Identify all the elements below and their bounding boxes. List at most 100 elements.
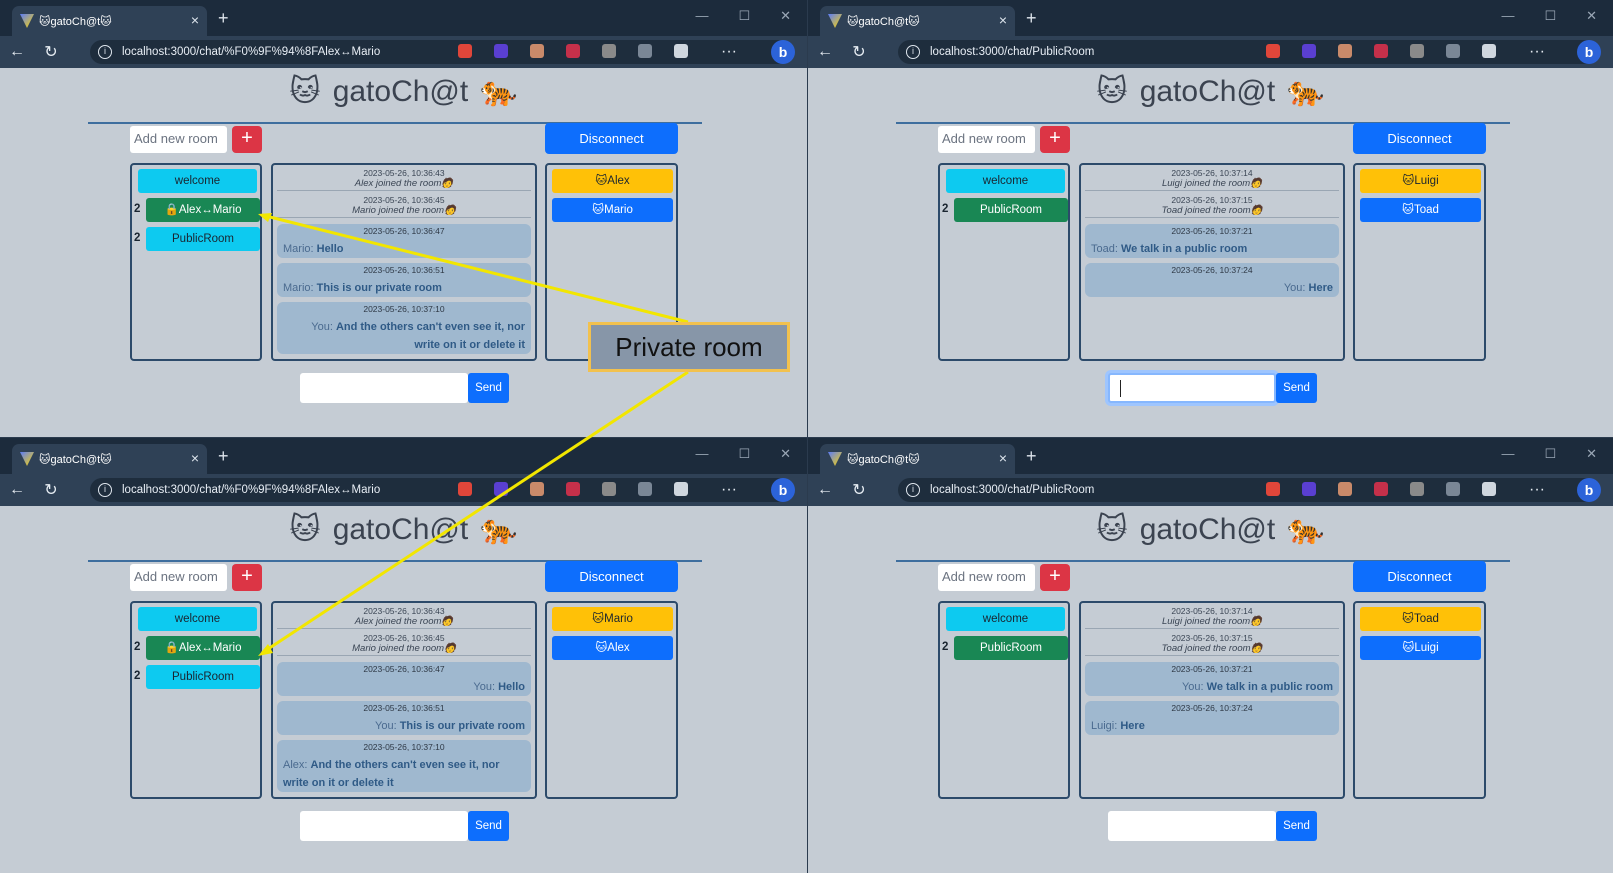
bing-copilot-icon[interactable]: b <box>771 478 795 502</box>
disconnect-button[interactable]: Disconnect <box>1353 123 1486 154</box>
window-close-icon[interactable]: ✕ <box>780 8 791 24</box>
bing-copilot-icon[interactable]: b <box>771 40 795 64</box>
add-room-button[interactable]: + <box>232 564 262 591</box>
back-arrow-icon[interactable]: ← <box>808 43 842 61</box>
window-close-icon[interactable]: ✕ <box>1586 8 1597 24</box>
profile-icon[interactable] <box>1482 44 1496 58</box>
extension-face-icon[interactable] <box>530 482 544 496</box>
extension-face-icon[interactable] <box>1338 44 1352 58</box>
more-menu-icon[interactable]: ··· <box>712 481 746 499</box>
send-button[interactable]: Send <box>1276 811 1317 841</box>
minimize-icon[interactable]: — <box>1501 8 1514 24</box>
room-item[interactable]: welcome <box>138 607 257 631</box>
more-menu-icon[interactable]: ··· <box>1520 481 1554 499</box>
send-button[interactable]: Send <box>468 373 509 403</box>
maximize-icon[interactable]: ☐ <box>1544 8 1556 24</box>
minimize-icon[interactable]: — <box>695 8 708 24</box>
room-item[interactable]: PublicRoom <box>954 198 1068 222</box>
extension-refresh-icon[interactable] <box>1446 44 1460 58</box>
room-item[interactable]: welcome <box>138 169 257 193</box>
browser-tab[interactable]: 🐱gatoCh@t🐱 × <box>12 444 207 474</box>
message-input[interactable] <box>1108 373 1276 403</box>
extension-badge-icon[interactable] <box>1374 482 1388 496</box>
minimize-icon[interactable]: — <box>1501 446 1514 462</box>
room-item[interactable]: PublicRoom <box>954 636 1068 660</box>
close-tab-icon[interactable]: × <box>999 12 1007 28</box>
extension-figure-icon[interactable] <box>602 482 616 496</box>
extension-purple-icon[interactable] <box>494 44 508 58</box>
close-tab-icon[interactable]: × <box>191 450 199 466</box>
extension-badge-icon[interactable] <box>566 482 580 496</box>
profile-icon[interactable] <box>674 44 688 58</box>
bing-copilot-icon[interactable]: b <box>1577 478 1601 502</box>
extension-figure-icon[interactable] <box>1410 482 1424 496</box>
add-room-input[interactable]: Add new room <box>938 126 1035 153</box>
new-tab-icon[interactable]: + <box>1026 8 1037 29</box>
add-room-button[interactable]: + <box>232 126 262 153</box>
add-room-button[interactable]: + <box>1040 126 1070 153</box>
extension-red-icon[interactable] <box>1266 482 1280 496</box>
browser-tab[interactable]: 🐱gatoCh@t🐱 × <box>12 6 207 36</box>
more-menu-icon[interactable]: ··· <box>712 43 746 61</box>
maximize-icon[interactable]: ☐ <box>738 446 750 462</box>
extension-red-icon[interactable] <box>458 44 472 58</box>
room-item[interactable]: PublicRoom <box>146 665 260 689</box>
info-icon[interactable]: i <box>98 483 112 497</box>
maximize-icon[interactable]: ☐ <box>738 8 750 24</box>
close-tab-icon[interactable]: × <box>999 450 1007 466</box>
profile-icon[interactable] <box>1482 482 1496 496</box>
refresh-icon[interactable]: ↻ <box>34 480 68 500</box>
extension-figure-icon[interactable] <box>602 44 616 58</box>
extension-badge-icon[interactable] <box>1374 44 1388 58</box>
extension-face-icon[interactable] <box>1338 482 1352 496</box>
disconnect-button[interactable]: Disconnect <box>545 123 678 154</box>
maximize-icon[interactable]: ☐ <box>1544 446 1556 462</box>
disconnect-button[interactable]: Disconnect <box>1353 561 1486 592</box>
room-item[interactable]: 🔒Alex↔Mario <box>146 198 260 222</box>
close-tab-icon[interactable]: × <box>191 12 199 28</box>
extension-red-icon[interactable] <box>1266 44 1280 58</box>
browser-tab[interactable]: 🐱gatoCh@t🐱 × <box>820 6 1015 36</box>
bing-copilot-icon[interactable]: b <box>1577 40 1601 64</box>
extension-badge-icon[interactable] <box>566 44 580 58</box>
send-button[interactable]: Send <box>1276 373 1317 403</box>
room-item[interactable]: PublicRoom <box>146 227 260 251</box>
message-input[interactable] <box>1108 811 1276 841</box>
extension-red-icon[interactable] <box>458 482 472 496</box>
extension-refresh-icon[interactable] <box>638 44 652 58</box>
info-icon[interactable]: i <box>906 45 920 59</box>
back-arrow-icon[interactable]: ← <box>808 481 842 499</box>
message-input[interactable] <box>300 811 468 841</box>
minimize-icon[interactable]: — <box>695 446 708 462</box>
new-tab-icon[interactable]: + <box>218 8 229 29</box>
extension-refresh-icon[interactable] <box>1446 482 1460 496</box>
room-item[interactable]: welcome <box>946 169 1065 193</box>
extension-purple-icon[interactable] <box>494 482 508 496</box>
refresh-icon[interactable]: ↻ <box>842 42 876 62</box>
back-arrow-icon[interactable]: ← <box>0 43 34 61</box>
disconnect-button[interactable]: Disconnect <box>545 561 678 592</box>
extension-figure-icon[interactable] <box>1410 44 1424 58</box>
extension-refresh-icon[interactable] <box>638 482 652 496</box>
add-room-input[interactable]: Add new room <box>938 564 1035 591</box>
extension-face-icon[interactable] <box>530 44 544 58</box>
browser-tab[interactable]: 🐱gatoCh@t🐱 × <box>820 444 1015 474</box>
add-room-input[interactable]: Add new room <box>130 126 227 153</box>
refresh-icon[interactable]: ↻ <box>34 42 68 62</box>
window-close-icon[interactable]: ✕ <box>780 446 791 462</box>
add-room-button[interactable]: + <box>1040 564 1070 591</box>
info-icon[interactable]: i <box>98 45 112 59</box>
more-menu-icon[interactable]: ··· <box>1520 43 1554 61</box>
add-room-input[interactable]: Add new room <box>130 564 227 591</box>
window-close-icon[interactable]: ✕ <box>1586 446 1597 462</box>
info-icon[interactable]: i <box>906 483 920 497</box>
back-arrow-icon[interactable]: ← <box>0 481 34 499</box>
room-item[interactable]: 🔒Alex↔Mario <box>146 636 260 660</box>
send-button[interactable]: Send <box>468 811 509 841</box>
extension-purple-icon[interactable] <box>1302 482 1316 496</box>
new-tab-icon[interactable]: + <box>1026 446 1037 467</box>
refresh-icon[interactable]: ↻ <box>842 480 876 500</box>
extension-purple-icon[interactable] <box>1302 44 1316 58</box>
room-item[interactable]: welcome <box>946 607 1065 631</box>
profile-icon[interactable] <box>674 482 688 496</box>
